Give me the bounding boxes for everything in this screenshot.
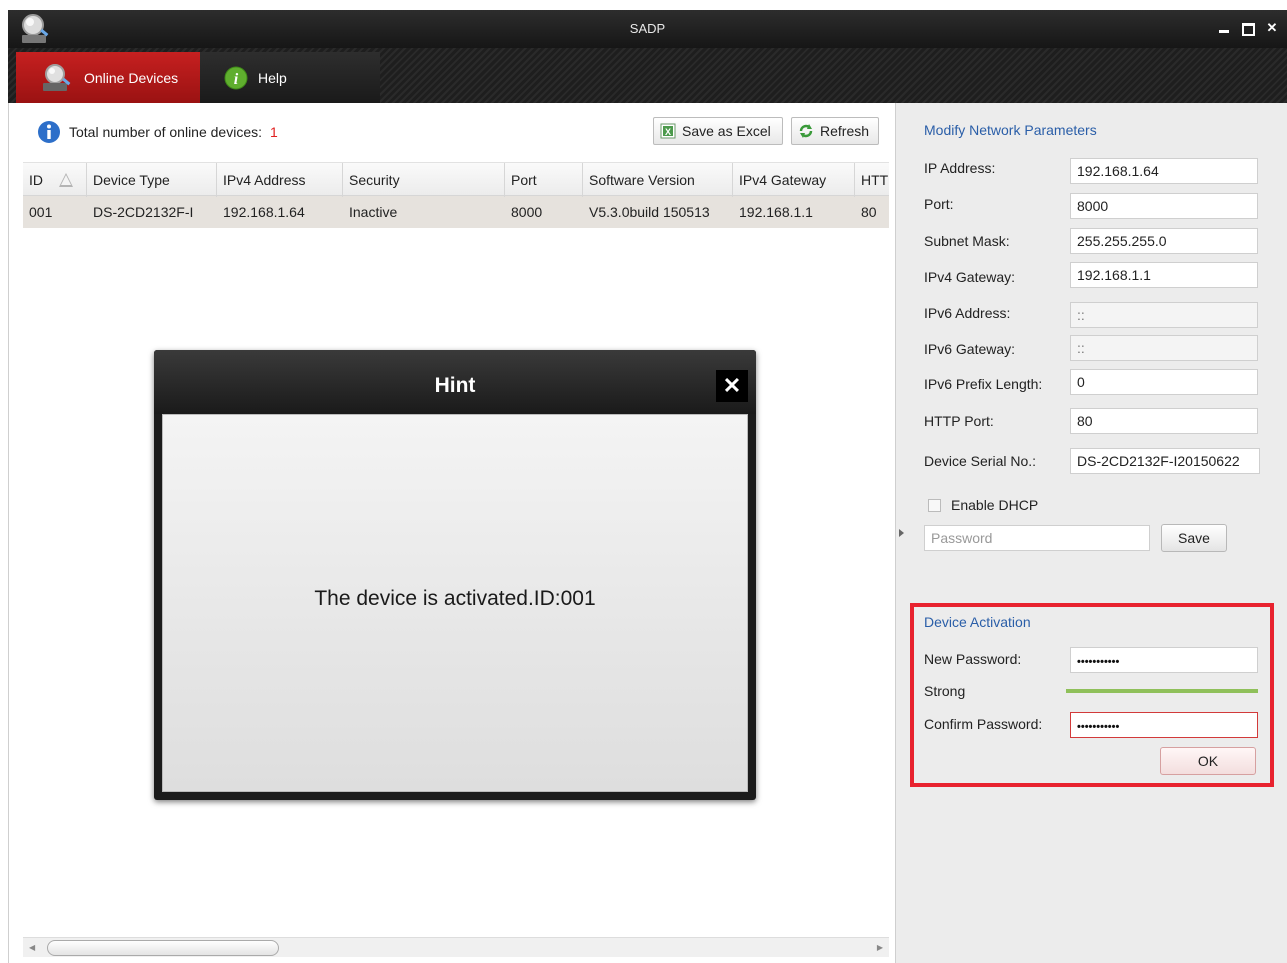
window-title: SADP [629, 21, 666, 36]
cell-security: Inactive [349, 204, 398, 220]
ipv6-address-input[interactable] [1070, 302, 1258, 328]
hint-message: The device is activated.ID:001 [314, 587, 596, 610]
tab-label: Help [258, 69, 287, 86]
cell-port: 8000 [511, 204, 543, 220]
close-window-button[interactable]: ✕ [1265, 21, 1279, 35]
enable-dhcp-label: Enable DHCP [951, 497, 1039, 513]
hint-dialog: Hint ✕ The device is activated.ID:001 [154, 350, 756, 800]
ipv6-gateway-input[interactable] [1070, 335, 1258, 361]
refresh-button[interactable]: Refresh [791, 117, 879, 145]
svg-text:i: i [234, 71, 239, 88]
enable-dhcp-row[interactable]: Enable DHCP [928, 497, 1038, 513]
horizontal-scrollbar[interactable]: ◀ ▶ [23, 937, 889, 957]
device-count-summary: Total number of online devices: 1 [37, 120, 278, 144]
maximize-button[interactable] [1241, 21, 1255, 35]
cell-software-version: V5.3.0build 150513 [589, 204, 710, 220]
new-password-label: New Password: [924, 651, 1022, 667]
tab-online-devices[interactable]: Online Devices [16, 52, 200, 103]
column-header-software-version[interactable]: Software Version [583, 163, 733, 197]
new-password-value: ••••••••••• [1077, 656, 1120, 668]
column-header-security[interactable]: Security [343, 163, 505, 197]
scroll-left-icon[interactable]: ◀ [29, 943, 35, 952]
cell-id: 001 [29, 204, 53, 220]
title-bar[interactable]: SADP ✕ [8, 10, 1287, 48]
column-header-ipv4-address[interactable]: IPv4 Address [217, 163, 343, 197]
hint-dialog-header[interactable]: Hint ✕ [154, 350, 756, 414]
http-port-label: HTTP Port: [924, 413, 994, 429]
save-button[interactable]: Save [1161, 524, 1227, 552]
ipv4-gateway-input[interactable] [1070, 262, 1258, 288]
password-strength-label: Strong [924, 683, 966, 699]
port-input[interactable] [1070, 193, 1258, 219]
sort-ascending-icon [59, 173, 73, 187]
device-count-label: Total number of online devices: [69, 124, 262, 140]
ipv6-address-label: IPv6 Address: [924, 305, 1011, 321]
device-activation-title: Device Activation [924, 614, 1031, 630]
column-header-port[interactable]: Port [505, 163, 583, 197]
hint-dialog-title: Hint [434, 374, 476, 397]
network-parameters-panel: Modify Network Parameters IP Address: Po… [908, 103, 1287, 963]
confirm-password-input[interactable]: ••••••••••• [1070, 712, 1258, 738]
device-serial-label: Device Serial No.: [924, 453, 1037, 469]
ipv4-gateway-label: IPv4 Gateway: [924, 269, 1016, 285]
ip-address-input[interactable] [1070, 158, 1258, 184]
modify-network-title: Modify Network Parameters [924, 122, 1097, 138]
cell-ipv4-address: 192.168.1.64 [223, 204, 305, 220]
column-header-id[interactable]: ID [23, 163, 87, 197]
cell-device-type: DS-2CD2132F-I [93, 204, 194, 220]
scroll-right-icon[interactable]: ▶ [877, 943, 883, 952]
ipv6-gateway-label: IPv6 Gateway: [924, 341, 1016, 357]
cell-ipv4-gateway: 192.168.1.1 [739, 204, 813, 220]
svg-text:X: X [665, 127, 671, 137]
confirm-password-value: ••••••••••• [1077, 721, 1120, 733]
table-row[interactable]: 001 DS-2CD2132F-I 192.168.1.64 Inactive … [23, 196, 889, 228]
info-blue-icon [38, 121, 60, 143]
scrollbar-thumb[interactable] [47, 940, 279, 956]
cell-http-port: 80 [861, 204, 877, 220]
info-green-icon: i [224, 66, 248, 89]
panel-splitter[interactable] [896, 103, 908, 963]
subnet-mask-label: Subnet Mask: [924, 233, 1010, 249]
ip-address-label: IP Address: [924, 160, 996, 176]
tab-help[interactable]: i Help [200, 52, 380, 103]
hint-close-button[interactable]: ✕ [716, 370, 748, 402]
save-as-excel-button[interactable]: X Save as Excel [653, 117, 783, 145]
subnet-mask-input[interactable] [1070, 228, 1258, 254]
ok-button[interactable]: OK [1160, 747, 1256, 775]
minimize-button[interactable] [1217, 21, 1231, 35]
new-password-input[interactable]: ••••••••••• [1070, 647, 1258, 673]
device-table: ID Device Type IPv4 Address Security Por… [23, 162, 889, 228]
ipv6-prefix-length-input[interactable] [1070, 369, 1258, 395]
save-as-excel-label: Save as Excel [682, 123, 771, 139]
port-label: Port: [924, 196, 954, 212]
expand-arrow-icon[interactable] [899, 529, 904, 537]
excel-icon: X [660, 123, 676, 139]
http-port-input[interactable] [1070, 408, 1258, 434]
ipv6-prefix-length-label: IPv6 Prefix Length: [924, 376, 1043, 392]
password-input[interactable] [924, 525, 1150, 551]
column-header-http[interactable]: HTT [855, 163, 889, 197]
column-header-ipv4-gateway[interactable]: IPv4 Gateway [733, 163, 855, 197]
table-header: ID Device Type IPv4 Address Security Por… [23, 162, 889, 197]
tab-label: Online Devices [84, 69, 179, 86]
hint-dialog-body: The device is activated.ID:001 [162, 414, 748, 792]
confirm-password-label: Confirm Password: [924, 716, 1043, 732]
tab-bar: Online Devices i Help [8, 48, 1287, 103]
device-count-value: 1 [270, 124, 278, 140]
password-strength-bar [1066, 689, 1258, 693]
device-serial-input[interactable] [1070, 448, 1260, 474]
column-header-device-type[interactable]: Device Type [87, 163, 217, 197]
refresh-label: Refresh [820, 123, 870, 139]
magnifier-device-icon [43, 63, 71, 91]
enable-dhcp-checkbox[interactable] [928, 498, 941, 512]
refresh-icon [799, 124, 813, 138]
